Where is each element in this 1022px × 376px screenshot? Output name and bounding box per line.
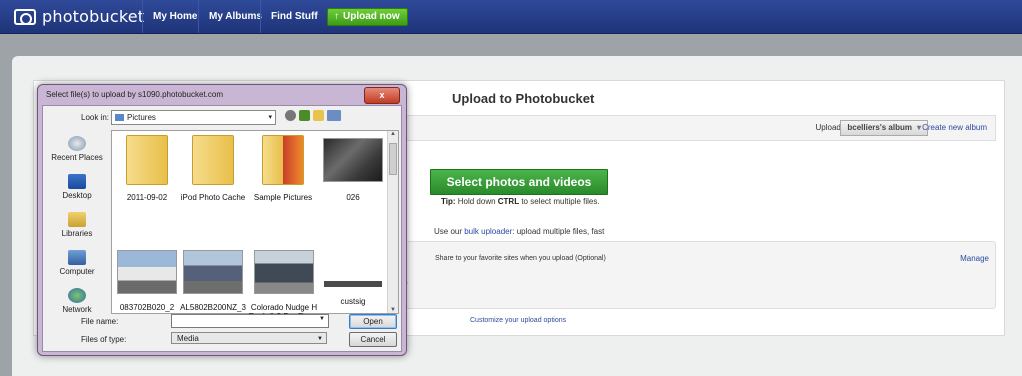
chevron-down-icon: ▼ [317, 336, 323, 342]
page-title: Upload to Photobucket [452, 91, 595, 106]
look-in-value: Pictures [127, 113, 156, 122]
scrollbar-thumb[interactable] [389, 143, 397, 175]
file-item[interactable]: iPod Photo Cache [180, 135, 246, 202]
views-menu-icon[interactable] [327, 110, 341, 121]
cancel-button[interactable]: Cancel [349, 332, 397, 347]
dialog-toolbar [285, 110, 341, 121]
folder-icon [126, 135, 168, 185]
new-folder-icon[interactable] [313, 110, 324, 121]
chevron-down-icon[interactable]: ▼ [319, 316, 325, 322]
file-item-label: AL5802B200NZ_3 [180, 303, 246, 312]
file-list-scrollbar[interactable]: ▲ ▼ [387, 131, 398, 313]
network-icon [68, 288, 86, 303]
photo-thumbnail [254, 250, 314, 294]
folder-icon [192, 135, 234, 185]
files-of-type-select[interactable]: Media ▼ [171, 332, 327, 344]
tip-mid: Hold down [455, 197, 498, 206]
place-label: Desktop [62, 191, 92, 200]
top-navigation-bar: photobucket My Home My Albums Find Stuff… [0, 0, 1022, 34]
place-label: Recent Places [51, 153, 103, 162]
computer-icon [68, 250, 86, 265]
scroll-down-icon[interactable]: ▼ [390, 307, 396, 313]
place-label: Computer [59, 267, 95, 276]
album-select[interactable]: bcelliers's album ▾ [840, 120, 928, 136]
file-item[interactable]: Sample Pictures [250, 135, 316, 202]
brand-name: photobucket [42, 7, 145, 26]
nav-find-stuff[interactable]: Find Stuff [260, 0, 328, 33]
file-item[interactable]: 2011-09-02 [114, 135, 180, 202]
create-new-album-link[interactable]: Create new album [922, 123, 987, 132]
upload-now-label: Upload now [343, 11, 400, 22]
place-desktop[interactable]: Desktop [45, 174, 109, 200]
pictures-folder-icon [115, 114, 124, 122]
photo-thumbnail [183, 250, 243, 294]
customize-upload-options-link[interactable]: Customize your upload options [470, 317, 566, 324]
file-item-label: Sample Pictures [253, 193, 313, 202]
look-in-label: Look in: [81, 113, 110, 122]
sample-pictures-folder-icon [262, 135, 304, 185]
file-item-label: custsig [340, 297, 366, 306]
tip-key: CTRL [497, 197, 520, 206]
bulk-suffix: : upload multiple files, fast [512, 227, 605, 236]
place-network[interactable]: Network [45, 288, 109, 314]
place-label: Network [62, 305, 92, 314]
place-libraries[interactable]: Libraries [45, 212, 109, 238]
files-of-type-value: Media [177, 334, 199, 343]
file-list: 2011-09-02 iPod Photo Cache Sample Pictu… [111, 130, 399, 321]
tip-suffix: to select multiple files. [519, 197, 600, 206]
place-recent[interactable]: Recent Places [45, 136, 109, 162]
bulk-prefix: Use our [434, 227, 465, 236]
photobucket-logo[interactable]: photobucket [14, 7, 144, 26]
select-photos-button[interactable]: Select photos and videos [430, 169, 608, 195]
file-item-label: 083702B020_2 [119, 303, 175, 312]
file-name-label: File name: [81, 317, 119, 326]
file-item-label: iPod Photo Cache [180, 193, 246, 202]
scroll-up-icon[interactable]: ▲ [390, 131, 396, 137]
bulk-uploader-link[interactable]: bulk uploader [464, 227, 512, 236]
libraries-icon [68, 212, 86, 227]
chevron-down-icon: ▾ [916, 123, 921, 132]
look-in-select[interactable]: Pictures ▾ [111, 110, 276, 125]
tip-prefix: Tip: [441, 197, 456, 206]
open-button[interactable]: Open [349, 314, 397, 329]
file-name-input[interactable]: ▼ [171, 314, 329, 328]
photo-thumbnail [323, 138, 383, 182]
dialog-title: Select file(s) to upload by s1090.photob… [46, 90, 223, 99]
file-item[interactable]: AL5802B200NZ_3 [180, 247, 246, 312]
places-bar: Recent Places Desktop Libraries Computer… [43, 130, 109, 314]
camera-logo-icon [14, 8, 36, 25]
file-item[interactable]: 083702B020_2 [114, 247, 180, 312]
up-folder-icon[interactable] [299, 110, 310, 121]
back-icon[interactable] [285, 110, 296, 121]
file-item-label: 026 [346, 193, 360, 202]
close-button[interactable]: x [364, 87, 400, 104]
bulk-uploader-text: Use our bulk uploader: upload multiple f… [434, 227, 604, 236]
file-item-label: 2011-09-02 [126, 193, 168, 202]
file-upload-dialog: Select file(s) to upload by s1090.photob… [37, 84, 407, 356]
share-text: Share to your favorite sites when you up… [435, 255, 606, 262]
upload-arrow-icon: ↑ [334, 11, 339, 22]
upload-now-button[interactable]: ↑ Upload now [327, 8, 408, 26]
photo-thumbnail [324, 281, 382, 287]
share-options-box: Share to your favorite sites when you up… [394, 241, 996, 309]
recent-places-icon [68, 136, 86, 151]
place-computer[interactable]: Computer [45, 250, 109, 276]
desktop-icon [68, 174, 86, 189]
files-of-type-label: Files of type: [81, 335, 127, 344]
file-item[interactable]: custsig [320, 247, 386, 306]
chevron-down-icon: ▾ [268, 114, 272, 121]
file-item[interactable]: Colorado Nudge H Rack & 3 Bar Roo... [248, 247, 320, 321]
place-label: Libraries [61, 229, 93, 238]
file-item[interactable]: 026 [320, 135, 386, 202]
manage-link[interactable]: Manage [960, 254, 989, 263]
album-select-value: bcelliers's album [847, 123, 912, 132]
dialog-body: Look in: Pictures ▾ Recent Places Deskto… [42, 105, 402, 352]
tip-text: Tip: Hold down CTRL to select multiple f… [441, 197, 600, 206]
photo-thumbnail [117, 250, 177, 294]
